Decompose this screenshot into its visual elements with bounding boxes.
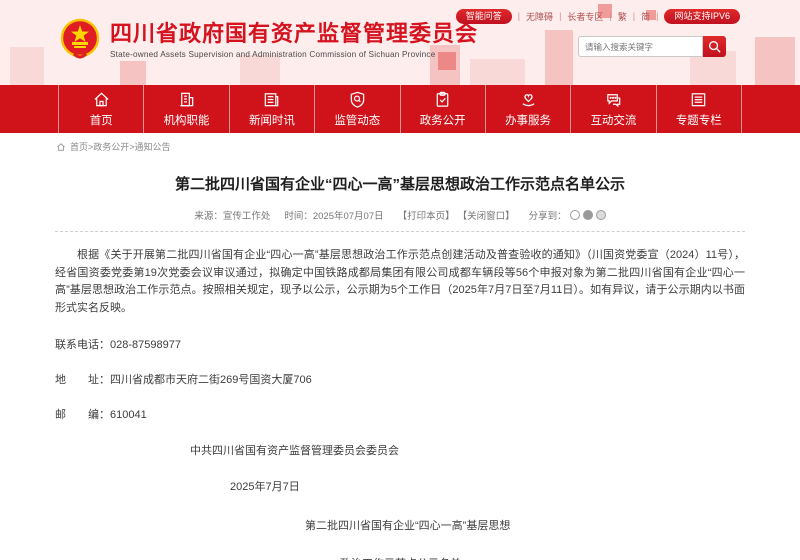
home-icon [56,142,66,152]
national-emblem-icon [60,18,100,62]
qq-share-icon[interactable] [596,210,606,220]
signature-org: 中共四川省国有资产监督管理委员会委员会 [55,442,745,458]
nav-label: 互动交流 [590,112,636,128]
nav-label: 监管动态 [334,112,380,128]
heart-hands-icon [519,90,538,109]
list-title-line1: 第二批四川省国有企业“四心一高”基层思想 [55,517,745,533]
separator: | [559,11,561,21]
nav-item-special-topics[interactable]: 专题专栏 [657,85,742,133]
ipv6-badge[interactable]: 网站支持IPV6 [664,9,740,24]
signature-date: 2025年7月7日 [55,478,745,494]
meta-source: 来源：宣传工作处 [194,208,270,222]
shield-magnifier-icon [348,90,367,109]
search-button[interactable] [703,36,726,57]
breadcrumb[interactable]: 首页>政务公开>通知公告 [56,140,171,153]
building-icon [177,90,196,109]
utility-bar: 智能问答 | 无障碍 | 长者专区 | 繁 | 简 | 网站支持IPV6 [456,8,740,24]
simplified-chinese-link[interactable]: 简 [641,10,650,23]
separator: | [633,11,635,21]
nav-label: 新闻时讯 [249,112,295,128]
nav-label: 机构职能 [164,112,210,128]
meta-time: 时间：2025年07月07日 [284,208,383,222]
contact-postcode: 邮 编：610041 [55,406,745,422]
nav-item-supervision[interactable]: 监管动态 [315,85,400,133]
nav-label: 办事服务 [505,112,551,128]
page-title: 第二批四川省国有企业“四心一高”基层思想政治工作示范点名单公示 [55,175,745,195]
list-icon [689,90,708,109]
wechat-share-icon[interactable] [570,210,580,220]
nav-item-home[interactable]: 首页 [58,85,144,133]
share-label: 分享到： [529,208,567,222]
clipboard-check-icon [433,90,452,109]
nav-item-news[interactable]: 新闻时讯 [230,85,315,133]
nav-item-gov-disclosure[interactable]: 政务公开 [401,85,486,133]
list-title-line2: 政治工作示范点公示名单 [55,555,745,560]
chat-bubbles-icon [604,90,623,109]
search-input[interactable] [578,36,703,57]
article-paragraph: 根据《关于开展第二批四川省国有企业“四心一高”基层思想政治工作示范点创建活动及普… [55,247,745,317]
contact-phone: 联系电话：028-87598977 [55,336,745,352]
weibo-share-icon[interactable] [583,210,593,220]
separator: | [518,11,520,21]
home-icon [92,90,111,109]
separator: | [656,11,658,21]
site-name: 四川省政府国有资产监督管理委员会 State-owned Assets Supe… [110,21,478,59]
nav-item-services[interactable]: 办事服务 [486,85,571,133]
print-page-button[interactable]: 【打印本页】 [398,208,455,222]
site-title: 四川省政府国有资产监督管理委员会 [110,21,478,47]
article: 第二批四川省国有企业“四心一高”基层思想政治工作示范点名单公示 来源：宣传工作处… [55,175,745,560]
close-window-button[interactable]: 【关闭窗口】 [458,208,515,222]
nav-item-interaction[interactable]: 互动交流 [571,85,656,133]
breadcrumb-path: 首页>政务公开>通知公告 [70,140,171,153]
smart-qa-button[interactable]: 智能问答 [456,9,512,24]
senior-zone-link[interactable]: 长者专区 [567,10,603,23]
traditional-chinese-link[interactable]: 繁 [618,10,627,23]
newspaper-icon [262,90,281,109]
contact-address: 地 址：四川省成都市天府二街269号国资大厦706 [55,371,745,387]
nav-label: 首页 [90,112,113,128]
accessibility-link[interactable]: 无障碍 [526,10,553,23]
main-nav: 首页 机构职能 新闻时讯 监管动态 [0,85,800,133]
nav-label: 政务公开 [420,112,466,128]
magnifier-icon [708,40,721,53]
site-logo-block: 四川省政府国有资产监督管理委员会 State-owned Assets Supe… [60,18,478,62]
nav-item-functions[interactable]: 机构职能 [144,85,229,133]
site-subtitle: State-owned Assets Supervision and Admin… [110,50,478,59]
nav-label: 专题专栏 [676,112,722,128]
page: 智能问答 | 无障碍 | 长者专区 | 繁 | 简 | 网站支持IPV6 四川省… [0,0,800,560]
article-meta: 来源：宣传工作处 时间：2025年07月07日 【打印本页】【关闭窗口】 分享到… [55,208,745,232]
site-search [578,36,726,57]
separator: | [609,11,611,21]
